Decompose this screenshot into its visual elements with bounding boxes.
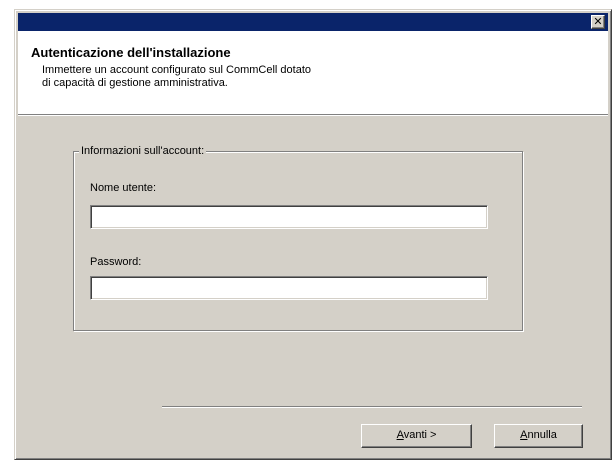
installer-window: ✕ Autenticazione dell'installazione Imme…: [0, 0, 616, 464]
next-button[interactable]: Avanti >: [361, 424, 472, 448]
description-line-1: Immettere un account configurato sul Com…: [42, 64, 312, 76]
close-icon: ✕: [593, 15, 603, 28]
page-description: Immettere un account configurato sul Com…: [42, 64, 311, 90]
account-info-legend: Informazioni sull'account:: [79, 145, 207, 157]
header-divider: [18, 114, 608, 116]
cancel-button[interactable]: Annulla: [494, 424, 583, 448]
header-panel: Autenticazione dell'installazione Immett…: [18, 31, 608, 114]
footer-divider: [162, 406, 582, 408]
password-input[interactable]: [90, 276, 488, 300]
page-title: Autenticazione dell'installazione: [31, 45, 231, 60]
next-button-accelerator: A: [396, 429, 404, 441]
description-line-2: di capacità di gestione amministrativa.: [42, 77, 228, 89]
cancel-button-label: nnulla: [527, 429, 557, 441]
username-label: Nome utente:: [90, 182, 157, 194]
close-button[interactable]: ✕: [591, 15, 605, 29]
next-button-label: vanti >: [403, 429, 437, 441]
title-bar[interactable]: ✕: [18, 13, 608, 31]
account-info-groupbox: [73, 151, 523, 331]
username-input[interactable]: [90, 205, 488, 229]
password-label: Password:: [90, 256, 142, 268]
